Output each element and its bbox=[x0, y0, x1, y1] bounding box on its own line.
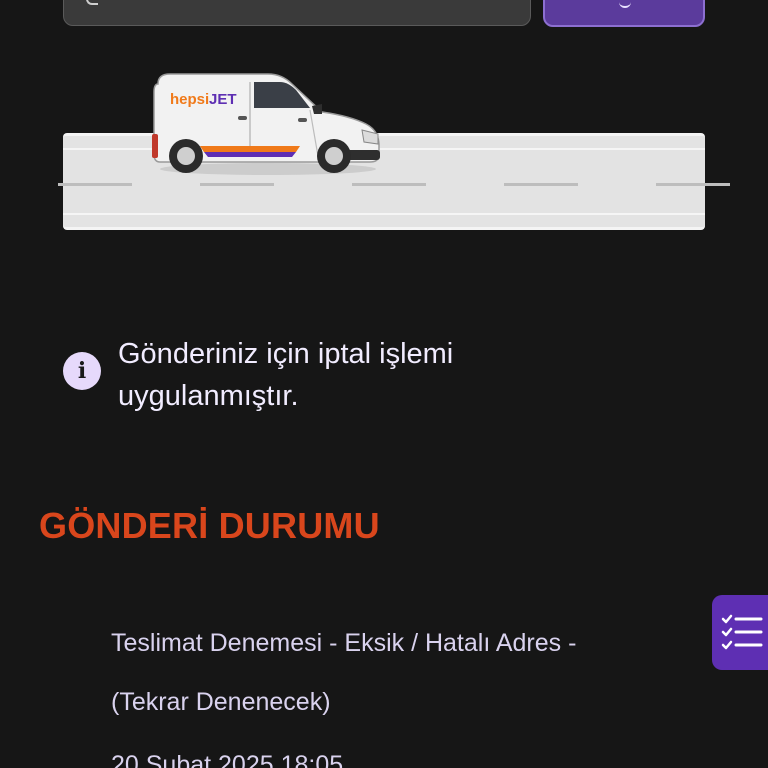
van-stripe-purple bbox=[204, 152, 296, 157]
lane-dash bbox=[352, 183, 426, 186]
tracking-page: hepsi JET i Gönderiniz için iptal işlemi… bbox=[0, 0, 768, 768]
search-icon bbox=[86, 0, 98, 5]
status-entry-date: 20 Şubat 2025 18:05 bbox=[111, 751, 344, 768]
van-rear-hub bbox=[177, 147, 195, 165]
status-list-toggle-button[interactable] bbox=[712, 595, 768, 670]
shipment-status-title: GÖNDERİ DURUMU bbox=[39, 505, 380, 546]
van-handle bbox=[238, 116, 247, 120]
van-front-hub bbox=[325, 147, 343, 165]
van-handle bbox=[298, 118, 307, 122]
checklist-icon bbox=[721, 614, 763, 650]
query-button-icon bbox=[619, 0, 631, 8]
status-entry-line2: (Tekrar Denenecek) bbox=[111, 688, 331, 716]
lane-dash bbox=[656, 183, 730, 186]
lane-dash bbox=[200, 183, 274, 186]
van-stripe-orange bbox=[200, 146, 300, 152]
status-entry-line1: Teslimat Denemesi - Eksik / Hatalı Adres… bbox=[111, 629, 577, 657]
tracking-number-input[interactable] bbox=[63, 0, 531, 26]
van-logo-hepsi: hepsi bbox=[170, 91, 209, 108]
delivery-van-illustration: hepsi JET bbox=[152, 73, 380, 175]
lane-dash bbox=[58, 183, 132, 186]
van-bumper bbox=[346, 150, 380, 160]
info-icon: i bbox=[63, 352, 101, 390]
query-button[interactable] bbox=[543, 0, 705, 27]
van-logo-jet: JET bbox=[209, 91, 237, 108]
van-taillight bbox=[152, 134, 158, 158]
road-edge-bottom bbox=[63, 213, 705, 215]
cancellation-notice: Gönderiniz için iptal işlemi uygulanmışt… bbox=[118, 338, 454, 412]
lane-dash bbox=[504, 183, 578, 186]
